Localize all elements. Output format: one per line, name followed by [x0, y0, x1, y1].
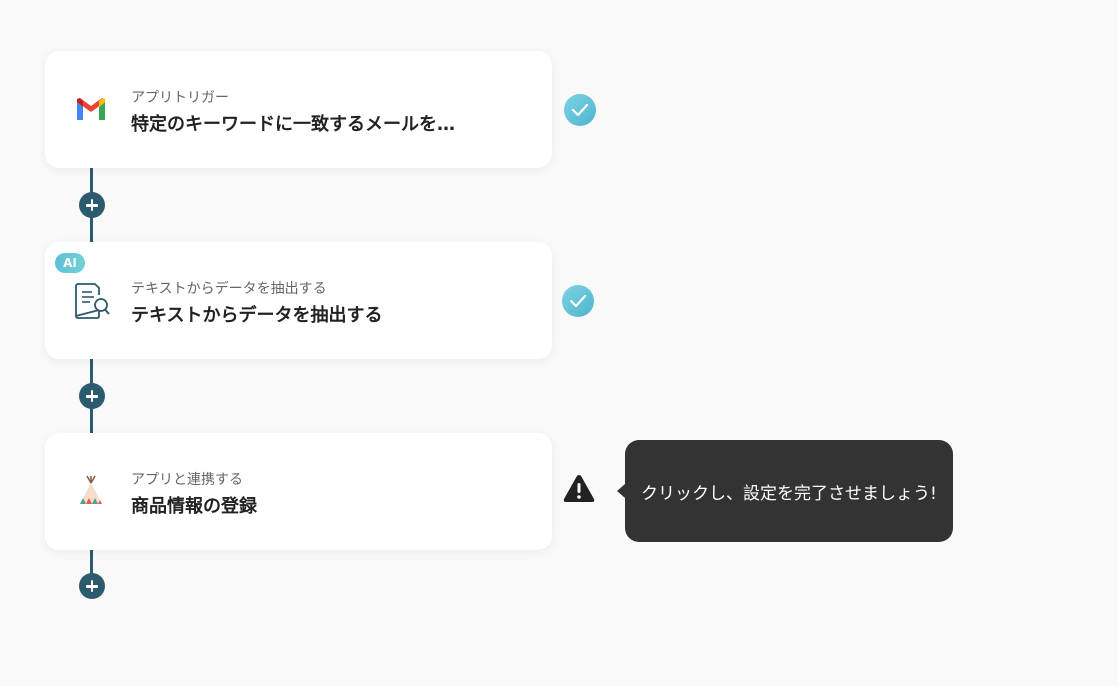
step-title: 特定のキーワードに一致するメールを… [131, 114, 455, 135]
add-step-button[interactable] [79, 573, 105, 599]
add-step-button[interactable] [79, 383, 105, 409]
step-subtitle: アプリと連携する [131, 472, 243, 488]
ai-badge: AI [55, 253, 85, 273]
tooltip-text: クリックし、設定を完了させましょう! [641, 483, 937, 504]
document-search-icon [74, 283, 110, 319]
teepee-icon [74, 474, 108, 508]
step-title: 商品情報の登録 [131, 496, 257, 517]
step-title: テキストからデータを抽出する [131, 305, 383, 326]
check-icon [564, 94, 596, 126]
add-step-button[interactable] [79, 192, 105, 218]
gmail-icon [74, 92, 108, 126]
flow-step-card[interactable]: アプリと連携する 商品情報の登録 [45, 433, 552, 550]
setup-tooltip: クリックし、設定を完了させましょう! [617, 440, 953, 542]
warning-icon [562, 473, 596, 505]
step-subtitle: テキストからデータを抽出する [131, 281, 327, 297]
flow-step-card[interactable]: アプリトリガー 特定のキーワードに一致するメールを… [45, 51, 552, 168]
check-icon [562, 285, 594, 317]
flow-step-card[interactable]: テキストからデータを抽出する テキストからデータを抽出する [45, 242, 552, 359]
step-subtitle: アプリトリガー [131, 90, 229, 106]
